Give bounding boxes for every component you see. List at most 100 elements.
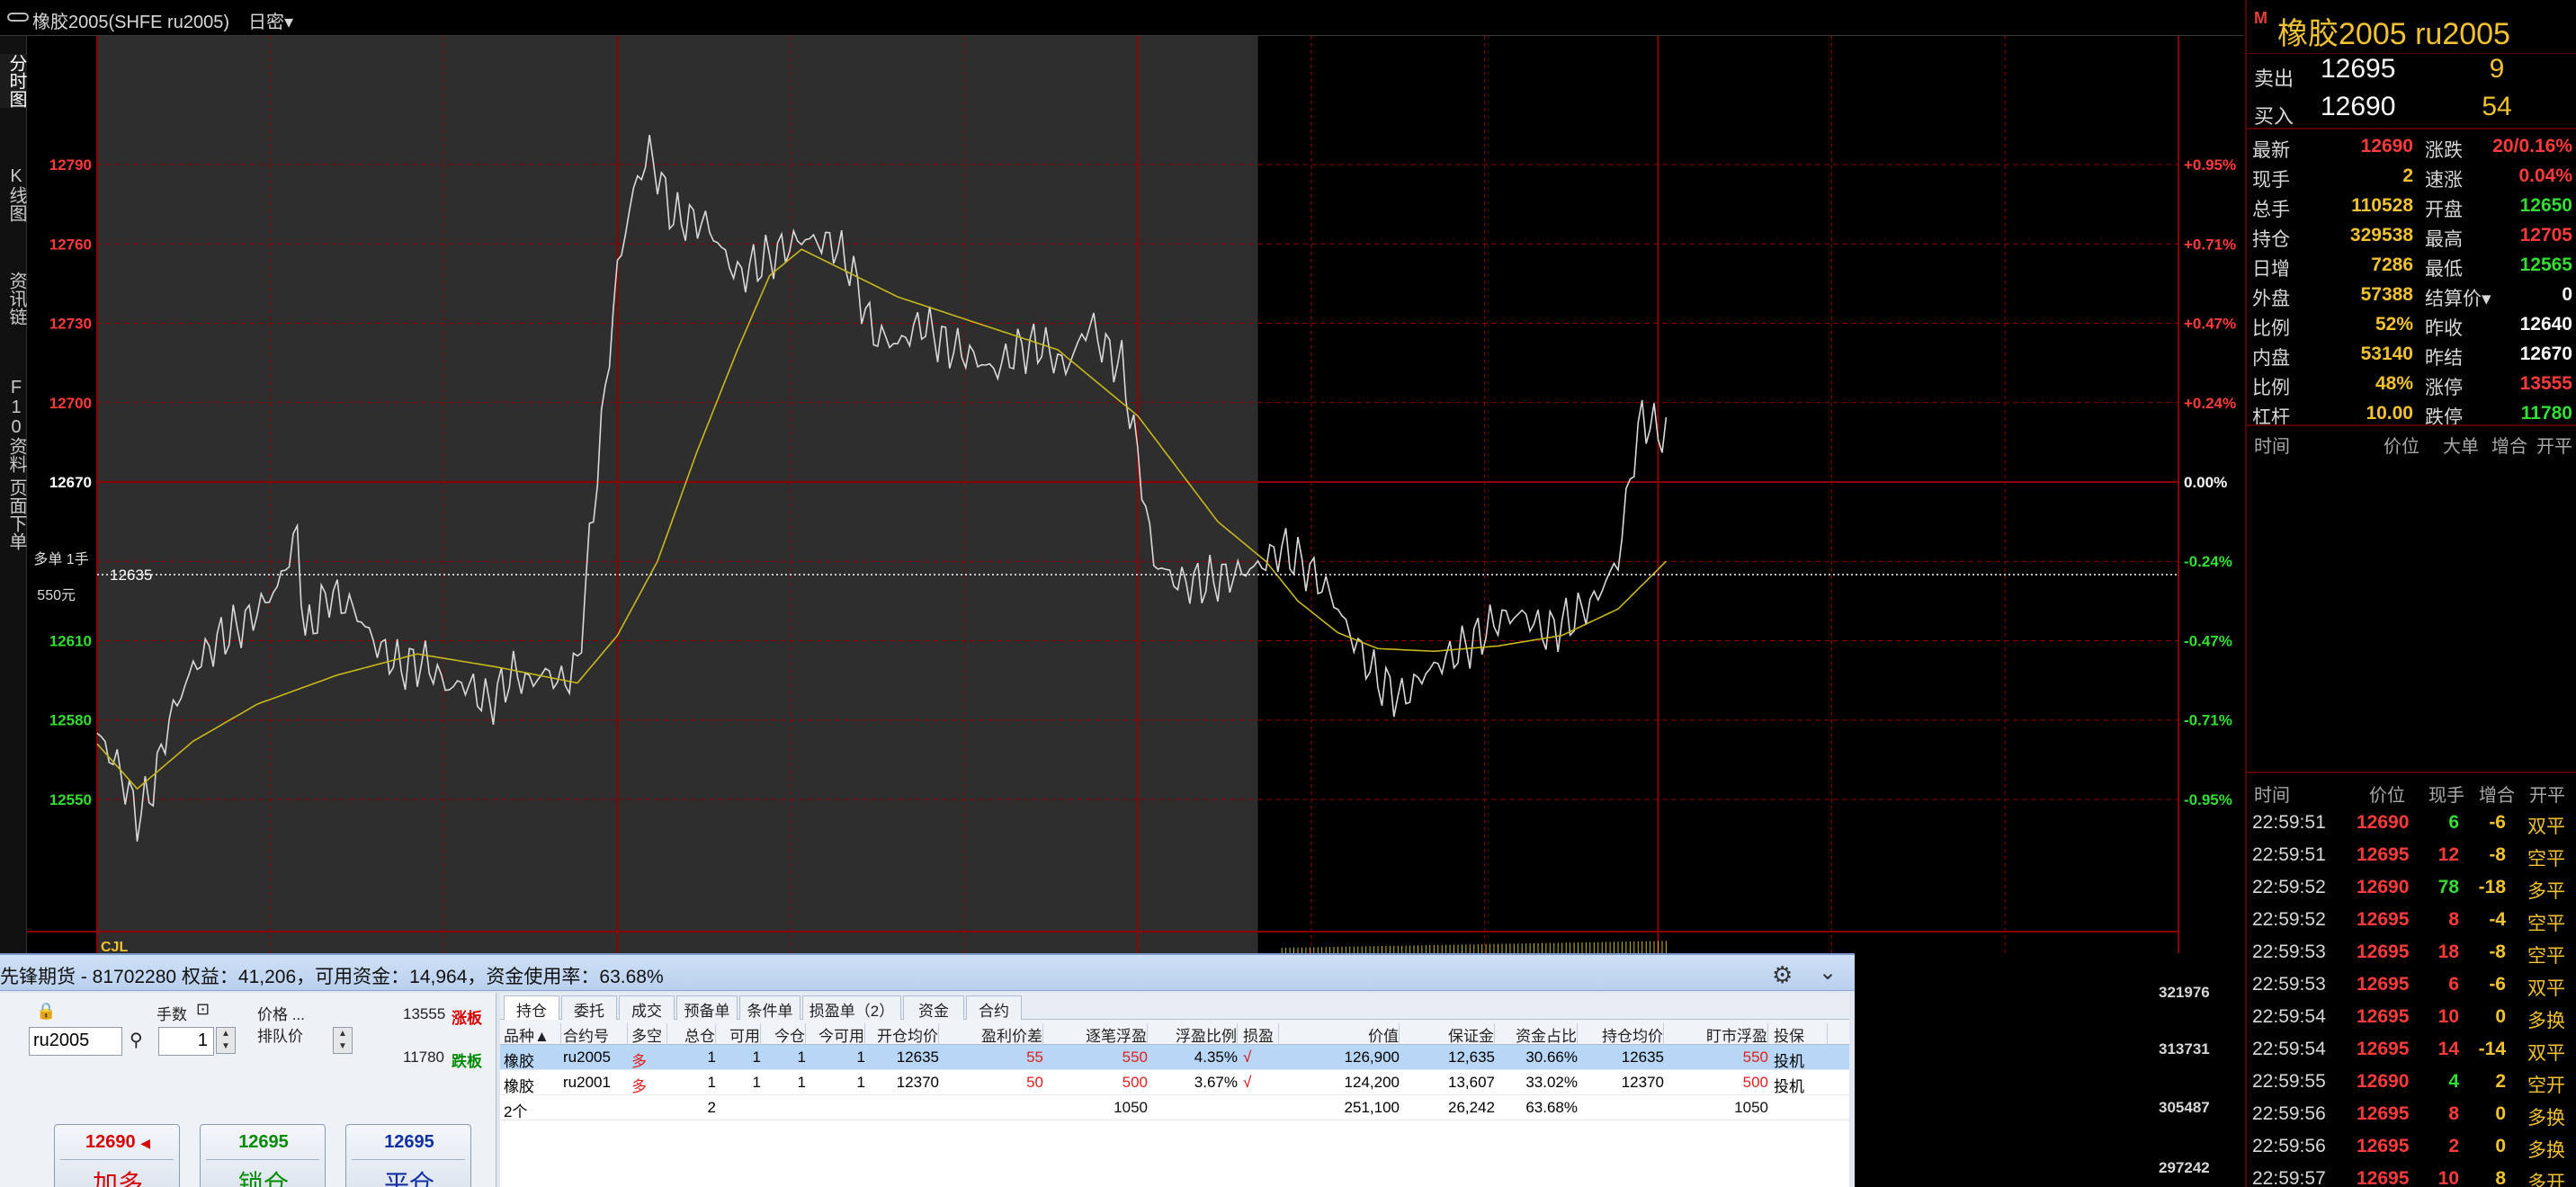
price-stepper[interactable]: ▲ ▼ xyxy=(333,1027,353,1054)
big-order-header: 时间 价位 大单 增合 开平 xyxy=(2254,437,2572,457)
tick-header: 时间 价位 现手 增合 开平 xyxy=(2254,786,2565,806)
pct-tick-label: +0.47% xyxy=(2184,316,2236,333)
column-header[interactable]: 合约号 xyxy=(563,1023,628,1046)
column-header[interactable]: 今仓 xyxy=(766,1023,806,1046)
tick-row: 22:59:53 12695 18 -8 空平 xyxy=(2247,937,2576,969)
column-header[interactable]: 可用 xyxy=(721,1023,761,1046)
qty-input[interactable]: 1 xyxy=(158,1027,214,1056)
collapse-icon[interactable]: ⌄ xyxy=(1819,959,1837,986)
bid-row[interactable]: 买入 12690 54 xyxy=(2247,90,2576,129)
qty-stepper[interactable]: ▲ ▼ xyxy=(216,1027,236,1054)
ask-row[interactable]: 卖出 12695 9 xyxy=(2247,52,2576,92)
table-cell: 12635 xyxy=(896,1049,939,1066)
quote-value: 48% xyxy=(2375,373,2413,394)
quote-value: 13555 xyxy=(2519,373,2572,394)
tab-news[interactable]: 资讯链 xyxy=(0,272,27,326)
quote-value: 53140 xyxy=(2360,344,2413,364)
column-header[interactable]: 浮盈比例 xyxy=(1153,1023,1238,1046)
lock-icon[interactable]: 🔒 xyxy=(36,1002,56,1021)
positions-tab[interactable]: 条件单 xyxy=(739,995,801,1020)
tick-row: 22:59:51 12690 6 -6 双平 xyxy=(2247,808,2576,840)
table-total-row[interactable]: 2个 2 1050 251,100 26,242 63.68% 1050 xyxy=(500,1095,1849,1120)
lock-position-button[interactable]: 12695 锁仓 xyxy=(200,1124,326,1187)
table-cell: 投机 xyxy=(1774,1053,1804,1070)
tab-f10[interactable]: F10资料 xyxy=(0,378,27,473)
trading-panel: 先锋期货 - 81702280 权益：41,206，可用资金：14,964，资金… xyxy=(0,953,1855,1187)
tick-price: 12695 xyxy=(2357,1168,2410,1187)
button-price: 12690 ◀ xyxy=(85,1132,150,1152)
column-header[interactable]: 逐笔浮盈 xyxy=(1049,1023,1148,1046)
column-header[interactable]: 开仓均价 xyxy=(871,1023,939,1046)
button-price: 12695 xyxy=(384,1132,434,1152)
tab-kline[interactable]: K线图 xyxy=(0,166,27,222)
search-icon[interactable]: ⚲ xyxy=(130,1029,143,1051)
quote-key: 最低 xyxy=(2425,259,2463,280)
column-header[interactable]: 盯市浮盈 xyxy=(1669,1023,1768,1046)
qty-label: 手数 xyxy=(157,1006,187,1023)
column-header[interactable]: 盈利价差 xyxy=(944,1023,1043,1046)
positions-tab[interactable]: 损盈单（2） xyxy=(802,995,901,1020)
positions-tab[interactable]: 资金 xyxy=(903,995,964,1020)
bid-price: 12690 xyxy=(2321,92,2396,121)
table-row[interactable]: 橡胶 ru2005 多 1 1 1 1 12635 55 550 4.35% √ 126,900 12,6… xyxy=(500,1045,1849,1070)
column-header[interactable]: 损盈 xyxy=(1243,1023,1279,1046)
column-header[interactable]: 总仓 xyxy=(671,1023,716,1046)
tick-qty: 6 xyxy=(2448,974,2459,995)
table-cell: 55 xyxy=(1026,1049,1043,1066)
column-header[interactable]: 保证金 xyxy=(1405,1023,1495,1046)
positions-tab[interactable]: 成交 xyxy=(619,995,675,1020)
tick-qty: 10 xyxy=(2437,1168,2459,1187)
monitor-icon[interactable]: ⊡ xyxy=(196,1000,210,1019)
price-tick-label: 12610 xyxy=(49,632,92,649)
positions-tab[interactable]: 预备单 xyxy=(676,995,738,1020)
tick-row: 22:59:54 12695 14 -14 双平 xyxy=(2247,1034,2576,1067)
column-header[interactable]: 投保 xyxy=(1774,1023,1828,1046)
tab-timeshare[interactable]: 分时图 xyxy=(0,54,27,108)
close-position-button[interactable]: 12695 平仓 xyxy=(345,1124,471,1187)
quote-value: 12565 xyxy=(2519,254,2572,275)
table-cell: 12,635 xyxy=(1448,1049,1495,1066)
column-header[interactable]: 品种▲ xyxy=(504,1023,561,1046)
tick-oi: 0 xyxy=(2495,1103,2506,1124)
table-cell: 63.68% xyxy=(1525,1099,1578,1116)
tick-oi: 0 xyxy=(2495,1006,2506,1027)
quote-key: 速涨 xyxy=(2425,170,2463,191)
table-row[interactable]: 橡胶 ru2001 多 1 1 1 1 12370 50 500 3.67% √ 124,200 13,6… xyxy=(500,1070,1849,1095)
tick-oi: -4 xyxy=(2489,909,2506,930)
column-header[interactable]: 多空 xyxy=(631,1023,667,1046)
positions-tab[interactable]: 合约 xyxy=(966,995,1022,1020)
price-mode[interactable]: 排队价 xyxy=(257,1023,303,1046)
column-header[interactable]: 价值 xyxy=(1283,1023,1400,1046)
column-header[interactable]: 今可用 xyxy=(811,1023,865,1046)
period-selector[interactable]: 日密▾ xyxy=(248,7,293,33)
table-cell: 1 xyxy=(797,1074,806,1091)
symbol-input[interactable]: ru2005 xyxy=(29,1027,122,1056)
price-label: 价格 ... xyxy=(257,1006,305,1023)
chevron-down-icon[interactable]: ▾ xyxy=(284,13,293,32)
tab-order-page[interactable]: 页面下单 xyxy=(0,478,27,550)
quote-key[interactable]: 结算价▾ xyxy=(2425,284,2491,311)
tick-type: 多换 xyxy=(2527,1011,2565,1031)
pct-tick-label: +0.71% xyxy=(2184,236,2236,253)
table-cell: 1 xyxy=(707,1049,716,1066)
column-header[interactable]: 资金占比 xyxy=(1500,1023,1578,1046)
tick-type: 空平 xyxy=(2527,849,2565,870)
gear-icon[interactable]: ⚙ xyxy=(1772,961,1793,989)
positions-tab[interactable]: 持仓 xyxy=(504,995,559,1020)
quote-row: 外盘 57388 结算价▾ 0 xyxy=(2247,280,2576,309)
table-cell: 1 xyxy=(707,1074,716,1091)
positions-tab[interactable]: 委托 xyxy=(561,995,617,1020)
tick-time: 22:59:54 xyxy=(2252,1006,2326,1027)
tick-type: 多开 xyxy=(2527,1173,2565,1187)
table-cell: 12370 xyxy=(896,1074,939,1091)
tick-row: 22:59:53 12695 6 -6 双平 xyxy=(2247,969,2576,1002)
add-long-button[interactable]: 12690 ◀ 加多 xyxy=(54,1124,180,1187)
tick-oi: -8 xyxy=(2489,942,2506,962)
link-icon[interactable] xyxy=(7,13,29,22)
column-header[interactable]: 持仓均价 xyxy=(1583,1023,1664,1046)
table-cell: 3.67% xyxy=(1194,1074,1238,1091)
tick-time: 22:59:54 xyxy=(2252,1039,2326,1059)
table-cell: 1 xyxy=(752,1049,761,1066)
quote-contract-name: 橡胶2005 ru2005 xyxy=(2277,17,2510,51)
timeshare-chart[interactable]: +0.95% +0.71% +0.47% +0.24% 0.00% -0.24% -0.47… xyxy=(27,36,2243,953)
